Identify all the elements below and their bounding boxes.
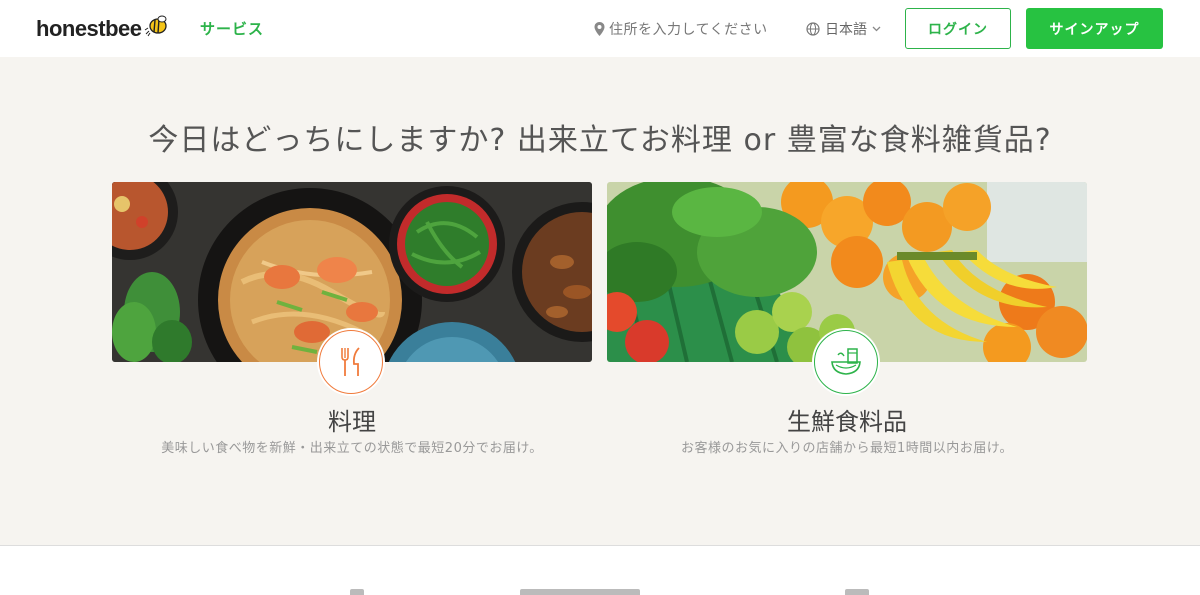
nav-service-link[interactable]: サービス	[200, 18, 264, 39]
grocery-card[interactable]: 生鮮食料品 お客様のお気に入りの店舗から最短1時間以内お届け。	[607, 182, 1087, 456]
address-placeholder: 住所を入力してください	[609, 22, 768, 38]
login-button[interactable]: ログイン	[905, 8, 1011, 49]
grocery-icon-ring	[814, 330, 878, 394]
cut-off-text-fragment	[350, 589, 364, 595]
chevron-down-icon	[872, 26, 881, 32]
grocery-icon-badge	[812, 328, 880, 396]
language-selector[interactable]: 日本語	[806, 19, 881, 39]
next-section	[0, 547, 1200, 595]
address-input[interactable]: 住所を入力してください	[594, 19, 768, 39]
grocery-bowl-icon	[831, 348, 861, 375]
cut-off-text-fragment	[845, 589, 869, 595]
food-card-title: 料理	[328, 408, 376, 436]
hero-title: 今日はどっちにしますか? 出来立てお料理 or 豊富な食料雑貨品?	[148, 123, 1052, 158]
food-card-description: 美味しい食べ物を新鮮・出来立ての状態で最短20分でお届け。	[161, 441, 543, 456]
honestbee-logo[interactable]: honestbee	[36, 15, 170, 42]
food-icon-badge	[317, 328, 385, 396]
grocery-card-title: 生鮮食料品	[787, 408, 907, 436]
hero-section: 今日はどっちにしますか? 出来立てお料理 or 豊富な食料雑貨品? 料理 美味し…	[0, 57, 1200, 546]
food-card[interactable]: 料理 美味しい食べ物を新鮮・出来立ての状態で最短20分でお届け。	[112, 182, 592, 456]
bee-icon	[144, 15, 167, 37]
location-pin-icon	[594, 22, 605, 36]
globe-icon	[806, 22, 820, 36]
food-icon-ring	[319, 330, 383, 394]
fork-knife-icon	[341, 347, 360, 376]
signup-button[interactable]: サインアップ	[1026, 8, 1163, 49]
logo-text: honestbee	[36, 16, 142, 41]
grocery-card-description: お客様のお気に入りの店舗から最短1時間以内お届け。	[680, 441, 1014, 456]
cut-off-text-fragment	[520, 589, 640, 595]
language-label: 日本語	[825, 22, 867, 38]
top-nav: honestbee サービス 住所を入力してください 日本語 ログイン サインア…	[0, 0, 1200, 57]
